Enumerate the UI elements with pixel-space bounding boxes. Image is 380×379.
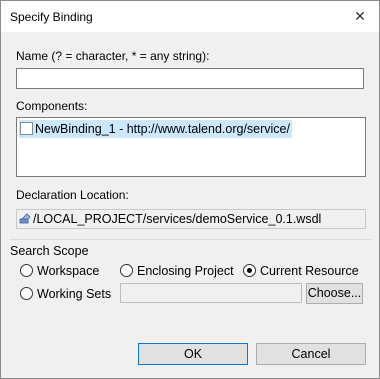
radio-unchecked-icon — [120, 264, 133, 277]
radio-working-sets-label: Working Sets — [37, 287, 112, 301]
list-item[interactable]: NewBinding_1 - http://www.talend.org/ser… — [19, 120, 292, 138]
cancel-button[interactable]: Cancel — [256, 343, 366, 365]
radio-current-resource[interactable]: Current Resource — [243, 264, 359, 278]
choose-button[interactable]: Choose... — [306, 283, 363, 304]
name-label: Name (? = character, * = any string): — [16, 49, 210, 63]
radio-workspace-label: Workspace — [37, 264, 100, 278]
choose-button-label: Choose... — [307, 286, 362, 300]
component-checkbox[interactable] — [20, 122, 33, 135]
ok-button[interactable]: OK — [138, 343, 248, 365]
title-bar: Specify Binding ✕ — [1, 1, 379, 32]
radio-current-resource-label: Current Resource — [260, 264, 359, 278]
radio-enclosing-project-label: Enclosing Project — [137, 264, 234, 278]
declaration-location-value: /LOCAL_PROJECT/services/demoService_0.1.… — [33, 212, 322, 226]
components-list[interactable]: NewBinding_1 - http://www.talend.org/ser… — [16, 117, 366, 177]
ok-button-label: OK — [183, 347, 203, 361]
radio-checked-icon — [243, 264, 256, 277]
declaration-location-field: /LOCAL_PROJECT/services/demoService_0.1.… — [16, 209, 366, 229]
radio-workspace[interactable]: Workspace — [20, 264, 99, 278]
wsdl-file-icon — [19, 213, 31, 224]
list-item-label: NewBinding_1 - http://www.talend.org/ser… — [35, 122, 290, 136]
close-icon[interactable]: ✕ — [347, 5, 373, 27]
radio-working-sets[interactable]: Working Sets — [20, 287, 111, 301]
name-input[interactable] — [16, 68, 364, 89]
declaration-location-label: Declaration Location: — [16, 188, 129, 202]
specify-binding-dialog: Specify Binding ✕ Name (? = character, *… — [0, 0, 380, 379]
search-scope-title: Search Scope — [10, 244, 89, 258]
components-label: Components: — [16, 99, 88, 113]
radio-enclosing-project[interactable]: Enclosing Project — [120, 264, 234, 278]
radio-unchecked-icon — [20, 287, 33, 300]
dialog-title: Specify Binding — [10, 10, 93, 24]
working-sets-field — [120, 283, 302, 303]
radio-unchecked-icon — [20, 264, 33, 277]
cancel-button-label: Cancel — [291, 347, 331, 361]
